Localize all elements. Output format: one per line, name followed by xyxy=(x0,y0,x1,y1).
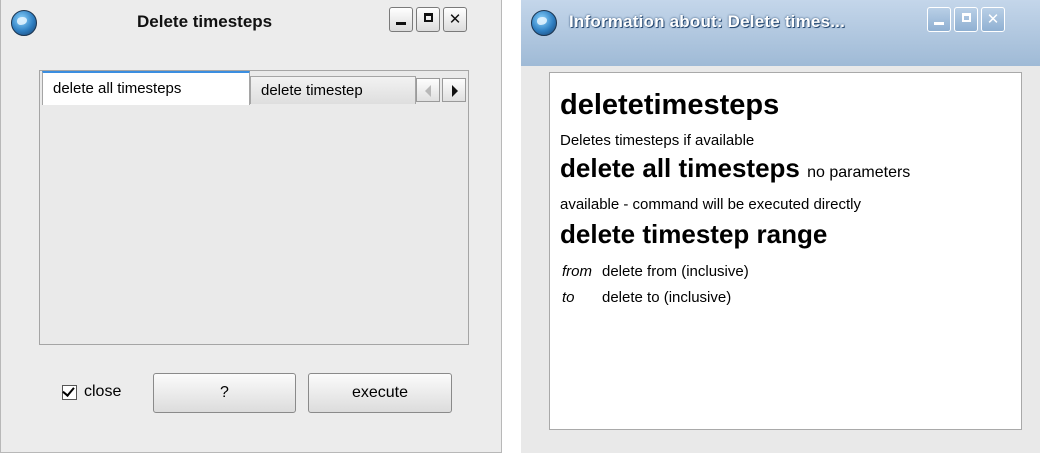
app-globe-icon xyxy=(11,10,37,36)
title-bar[interactable]: Delete timesteps ✕ xyxy=(1,0,501,64)
tab-content-pane xyxy=(39,70,469,345)
info-heading: deletetimesteps xyxy=(560,89,780,121)
param-to-desc: delete to (inclusive) xyxy=(602,289,732,306)
info-maximize-button[interactable] xyxy=(954,7,978,32)
info-content-area: deletetimesteps Deletes timesteps if ava… xyxy=(549,72,1022,430)
tab-delete-all-timesteps[interactable]: delete all timesteps xyxy=(42,71,250,105)
scroll-right-icon[interactable] xyxy=(442,78,466,102)
maximize-button[interactable] xyxy=(416,7,440,32)
window-title: Delete timesteps xyxy=(137,12,273,31)
section-delete-all-heading: delete all timesteps no parameters xyxy=(560,153,910,184)
info-minimize-button[interactable] xyxy=(927,7,951,32)
param-from-name: from xyxy=(562,263,592,280)
app-globe-icon xyxy=(531,10,557,36)
close-checkbox-label: close xyxy=(84,383,122,400)
close-icon: ✕ xyxy=(448,11,462,28)
info-title-bar[interactable]: Information about: Delete times... ✕ xyxy=(521,0,1040,66)
section-delete-all-note-cont: available - command will be executed dir… xyxy=(560,196,861,213)
tab-scroll-arrows xyxy=(416,78,468,102)
checkmark-icon xyxy=(62,384,75,397)
tab-delete-timestep-range[interactable]: delete timestep xyxy=(250,76,416,104)
info-description: Deletes timesteps if available xyxy=(560,132,755,149)
delete-timesteps-window: Delete timesteps ✕ delete all timesteps … xyxy=(0,0,502,453)
section-delete-range-title: delete timestep range xyxy=(560,219,828,249)
info-close-button[interactable]: ✕ xyxy=(981,7,1005,32)
close-icon: ✕ xyxy=(986,11,1000,28)
minimize-button[interactable] xyxy=(389,7,413,32)
scroll-left-icon[interactable] xyxy=(416,78,440,102)
info-window-title: Information about: Delete times... xyxy=(569,12,845,31)
help-button[interactable]: ? xyxy=(153,373,296,413)
maximize-icon xyxy=(423,13,433,22)
maximize-icon xyxy=(961,13,971,22)
close-window-button[interactable]: ✕ xyxy=(443,7,467,32)
section-delete-all-title: delete all timesteps xyxy=(560,153,800,183)
execute-button[interactable]: execute xyxy=(308,373,452,413)
minimize-icon xyxy=(396,22,406,25)
minimize-icon xyxy=(934,22,944,25)
param-from-desc: delete from (inclusive) xyxy=(602,263,749,280)
section-delete-all-note: no parameters xyxy=(807,164,911,181)
param-to-name: to xyxy=(562,289,575,306)
close-checkbox[interactable] xyxy=(62,384,77,400)
